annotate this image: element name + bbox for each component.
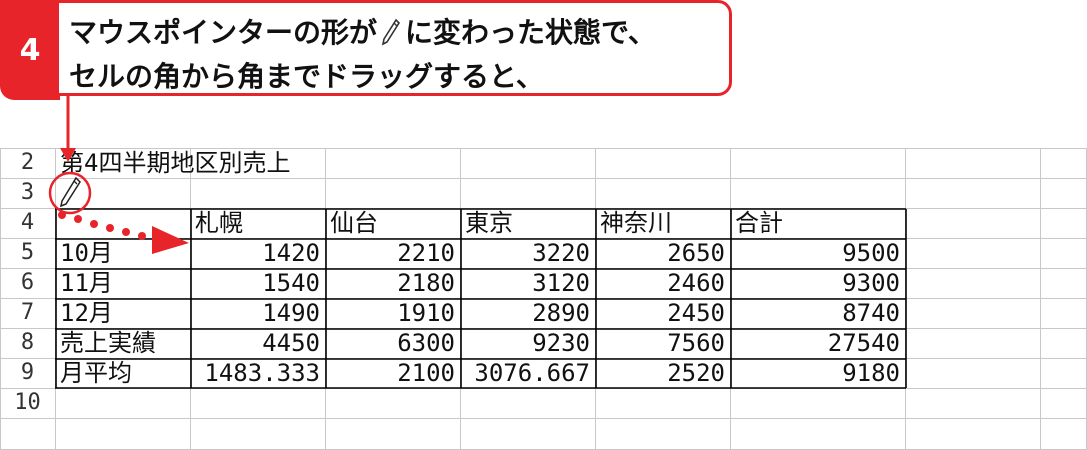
data-cell[interactable]: 6300	[326, 328, 461, 358]
row-label-cell[interactable]: 11月	[56, 268, 191, 298]
row-header[interactable]: 3	[0, 178, 55, 208]
row-header[interactable]: 4	[0, 208, 55, 238]
data-cell[interactable]: 2180	[326, 268, 461, 298]
sheet-row-10: 10	[0, 388, 1087, 418]
data-cell[interactable]: 8740	[731, 298, 906, 328]
instruction-line-2: セルの角から角までドラッグすると、	[69, 60, 544, 93]
instruction-text-1a: マウスポインターの形が	[69, 16, 378, 49]
sheet-row-6: 6 11月 1540 2180 3120 2460 9300	[0, 268, 1087, 298]
row-header[interactable]: 10	[0, 388, 55, 418]
header-cell[interactable]: 合計	[731, 208, 906, 238]
row-header[interactable]: 5	[0, 238, 55, 268]
row-header[interactable]: 8	[0, 328, 55, 358]
data-cell[interactable]: 3076.667	[461, 358, 596, 388]
pencil-icon	[381, 17, 401, 57]
header-cell[interactable]: 東京	[461, 208, 596, 238]
sheet-row-5: 5 10月 1420 2210 3220 2650 9500	[0, 238, 1087, 268]
header-cell[interactable]: 仙台	[326, 208, 461, 238]
data-cell[interactable]: 2450	[596, 298, 731, 328]
sheet-row-4: 4 札幌 仙台 東京 神奈川 合計	[0, 208, 1087, 238]
row-label-cell[interactable]: 月平均	[56, 358, 191, 388]
row-header[interactable]: 2	[0, 148, 55, 178]
sheet-row-8: 8 売上実績 4450 6300 9230 7560 27540	[0, 328, 1087, 358]
data-cell[interactable]: 3220	[461, 238, 596, 268]
step-number-badge: 4	[0, 0, 60, 100]
row-label-cell[interactable]: 10月	[56, 238, 191, 268]
data-cell[interactable]: 27540	[731, 328, 906, 358]
row-label-cell[interactable]: 12月	[56, 298, 191, 328]
data-cell[interactable]: 4450	[191, 328, 326, 358]
sheet-row-3: 3	[0, 178, 1087, 208]
sheet-row-2: 2 第4四半期地区別売上	[0, 148, 1087, 178]
step-number: 4	[19, 32, 41, 68]
data-cell[interactable]: 2520	[596, 358, 731, 388]
data-cell[interactable]: 1490	[191, 298, 326, 328]
data-cell[interactable]: 7560	[596, 328, 731, 358]
header-cell[interactable]: 札幌	[191, 208, 326, 238]
data-cell[interactable]: 1910	[326, 298, 461, 328]
step-instruction: マウスポインターの形が に変わった状態で、 セルの角から角までドラッグすると、	[56, 0, 732, 96]
data-cell[interactable]: 1483.333	[191, 358, 326, 388]
data-cell[interactable]: 2650	[596, 238, 731, 268]
data-cell[interactable]: 2210	[326, 238, 461, 268]
instruction-line-1: マウスポインターの形が に変わった状態で、	[69, 13, 729, 57]
data-cell[interactable]: 9180	[731, 358, 906, 388]
sheet-row-9: 9 月平均 1483.333 2100 3076.667 2520 9180	[0, 358, 1087, 388]
data-cell[interactable]: 2890	[461, 298, 596, 328]
instruction-text-1b: に変わった状態で、	[405, 16, 656, 49]
data-cell[interactable]: 9500	[731, 238, 906, 268]
data-cell[interactable]: 9230	[461, 328, 596, 358]
row-header[interactable]: 6	[0, 268, 55, 298]
sheet-row-7: 7 12月 1490 1910 2890 2450 8740	[0, 298, 1087, 328]
data-cell[interactable]: 9300	[731, 268, 906, 298]
row-header[interactable]: 9	[0, 358, 55, 388]
cell-title[interactable]: 第4四半期地区別売上	[56, 148, 456, 178]
data-cell[interactable]: 1540	[191, 268, 326, 298]
row-label-cell[interactable]: 売上実績	[56, 328, 191, 358]
data-cell[interactable]: 1420	[191, 238, 326, 268]
header-cell[interactable]: 神奈川	[596, 208, 731, 238]
data-cell[interactable]: 2460	[596, 268, 731, 298]
data-cell[interactable]: 2100	[326, 358, 461, 388]
data-cell[interactable]: 3120	[461, 268, 596, 298]
row-header[interactable]: 7	[0, 298, 55, 328]
